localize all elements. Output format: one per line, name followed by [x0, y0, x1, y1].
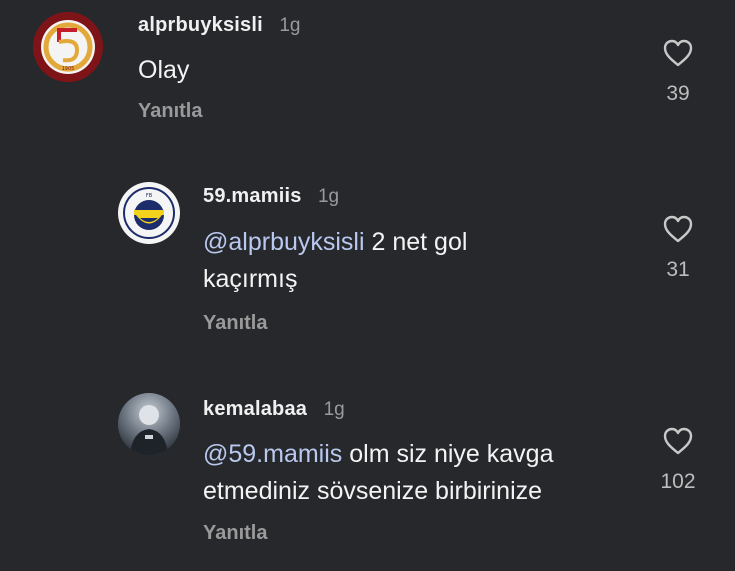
comment-body: Olay [138, 56, 190, 84]
fenerbahce-logo-icon: FB [119, 183, 179, 243]
reply-button[interactable]: Yanıtla [138, 100, 202, 123]
heart-icon[interactable] [662, 214, 694, 244]
timestamp: 1g [279, 15, 301, 36]
username[interactable]: 59.mamiis [203, 185, 302, 207]
like-count: 31 [666, 258, 690, 281]
svg-text:1905: 1905 [62, 66, 75, 72]
avatar[interactable]: 1905 [33, 12, 103, 82]
username[interactable]: kemalabaa [203, 398, 307, 420]
comment-body: 2 net gol [364, 228, 468, 256]
reply-button[interactable]: Yanıtla [203, 522, 267, 545]
timestamp: 1g [323, 399, 345, 420]
user-photo-avatar [118, 393, 180, 455]
like-control: 102 [653, 426, 703, 494]
comment-text: Olay [138, 52, 189, 89]
username[interactable]: alprbuyksisli [138, 14, 263, 36]
comment-body: olm siz niye kavga [342, 440, 554, 468]
like-count: 102 [660, 470, 696, 493]
comment-body-line2: etmediniz sövsenize birbirinize [203, 477, 543, 505]
timestamp: 1g [317, 186, 340, 207]
like-count: 39 [666, 82, 690, 105]
comment-text: @59.mamiis olm siz niye kavga etmediniz … [203, 436, 554, 510]
galatasaray-logo-icon: 1905 [33, 12, 103, 82]
avatar[interactable]: FB [118, 182, 180, 244]
comment-text: @alprbuyksisli 2 net gol kaçırmış [203, 224, 467, 298]
like-control: 31 [653, 214, 703, 282]
heart-icon[interactable] [662, 38, 694, 68]
like-control: 39 [653, 38, 703, 106]
heart-icon[interactable] [662, 426, 694, 456]
mention-link[interactable]: @alprbuyksisli [203, 228, 365, 256]
mention-link[interactable]: @59.mamiis [203, 440, 342, 468]
reply-button[interactable]: Yanıtla [203, 312, 267, 335]
comment-body-line2: kaçırmış [203, 265, 298, 293]
svg-text:FB: FB [146, 193, 153, 199]
avatar[interactable] [118, 393, 180, 455]
